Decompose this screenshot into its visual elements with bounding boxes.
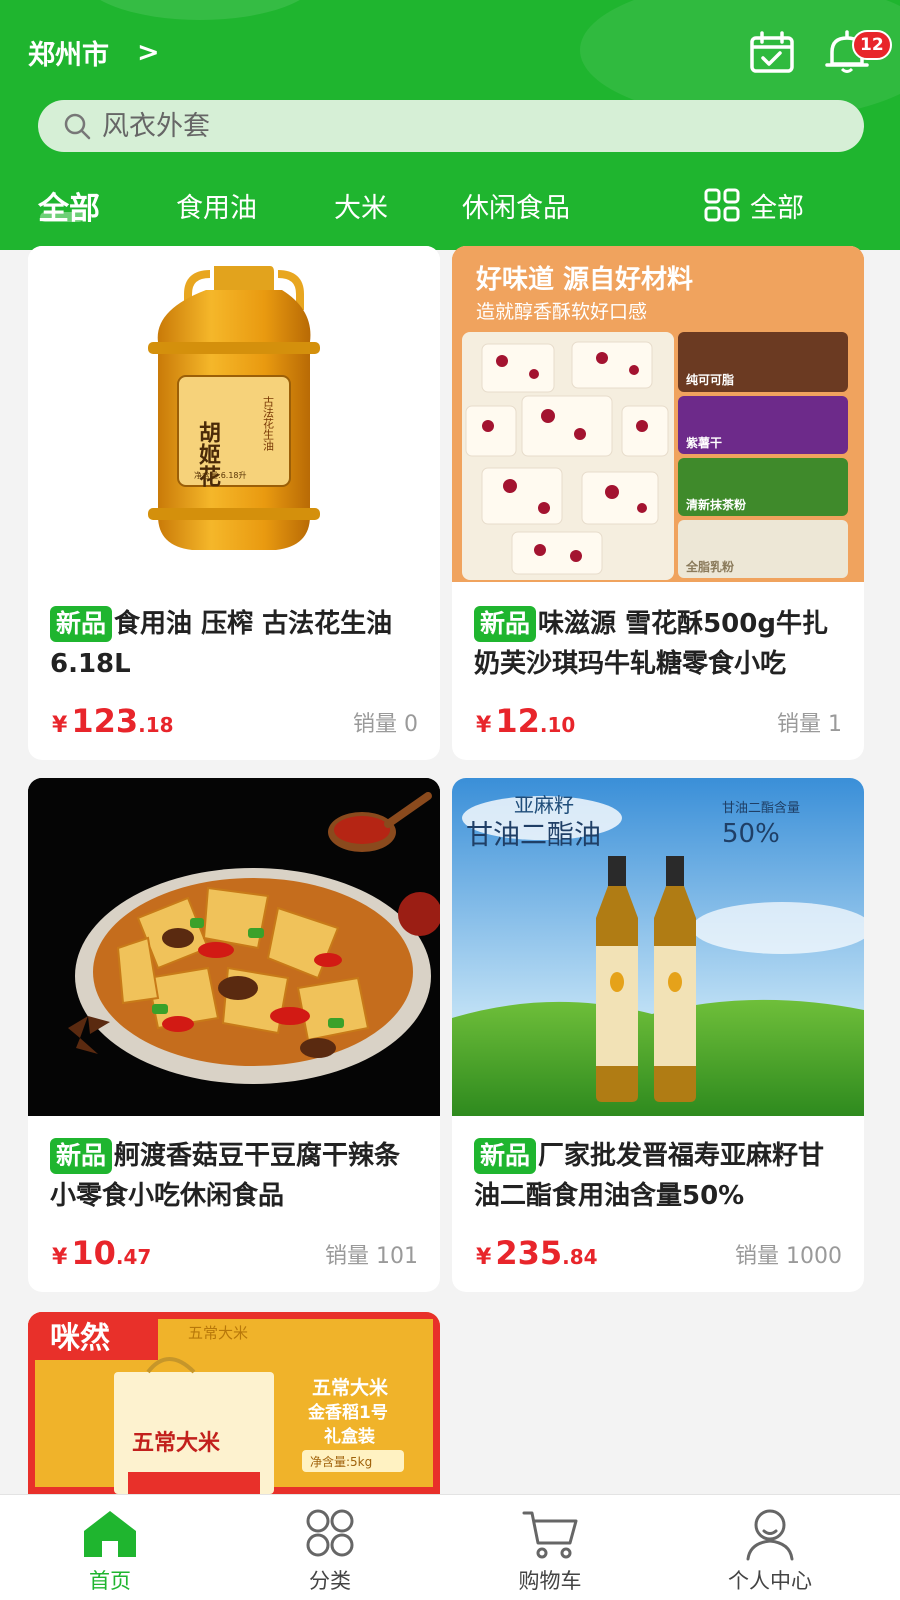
- price-decimal: .84: [562, 1245, 598, 1269]
- product-card[interactable]: 亚麻籽 甘油二酯油 甘油二酯含量 50% 新品 厂家批发晋福寿亚麻籽甘油二酯食用油…: [452, 778, 864, 1292]
- price-integer: 10: [71, 1234, 116, 1272]
- product-card[interactable]: 好味道 源自好材料 造就醇香酥软好口感 纯可可脂 紫薯干 清新抹茶粉 全脂乳粉 …: [452, 246, 864, 760]
- ingredient-label: 全脂乳粉: [685, 559, 734, 574]
- cart-icon: [522, 1511, 578, 1559]
- oil-bottle-image: 胡姬花 古法花生油 净含量:6.18升: [148, 266, 320, 550]
- tab-snacks[interactable]: 休闲食品: [462, 180, 570, 230]
- new-tag: 新品: [50, 1138, 113, 1174]
- tab-all-categories[interactable]: 全部: [704, 180, 804, 230]
- product-title: 新品 味滋源 雪花酥500g牛扎奶芙沙琪玛牛轧糖零食小吃: [474, 604, 842, 684]
- ad-headline: 好味道 源自好材料: [475, 264, 693, 295]
- product-image: 胡姬花 古法花生油 净含量:6.18升: [28, 246, 440, 576]
- ad-big-title: 甘油二酯油: [466, 820, 601, 851]
- product-card[interactable]: 胡姬花 古法花生油 净含量:6.18升 新品 食用油 压榨 古法花生油6.18L …: [28, 246, 440, 760]
- search-bar[interactable]: [38, 100, 864, 152]
- ad-brand: 咪然: [50, 1321, 110, 1356]
- product-image: [28, 778, 440, 1116]
- sales-count: 销量 0: [353, 712, 418, 737]
- price-integer: 123: [71, 702, 139, 740]
- tab-rice[interactable]: 大米: [334, 180, 388, 230]
- ingredient-label: 纯可可脂: [686, 372, 734, 387]
- nav-profile[interactable]: 个人中心: [710, 1507, 830, 1597]
- new-tag: 新品: [474, 1138, 537, 1174]
- category-icon: [306, 1509, 354, 1557]
- snack-ad-image: 好味道 源自好材料 造就醇香酥软好口感 纯可可脂 紫薯干 清新抹茶粉 全脂乳粉: [452, 246, 864, 582]
- ad-content-label: 甘油二酯含量: [722, 800, 800, 816]
- price-decimal: .10: [539, 713, 576, 737]
- top-header: 郑州市 > 12 全部 食用油 大米 休闲食品: [0, 0, 900, 250]
- box-title: 五常大米: [132, 1430, 221, 1456]
- price-currency: ¥: [476, 1245, 492, 1270]
- nav-category-label: 分类: [309, 1569, 351, 1593]
- ingredient-label: 紫薯干: [686, 435, 722, 450]
- notification-badge: 12: [852, 30, 892, 60]
- ingredient-label: 清新抹茶粉: [686, 497, 746, 512]
- new-tag: 新品: [50, 606, 113, 642]
- user-icon: [746, 1509, 794, 1561]
- product-image: 咪然 五常大米 五常大米 五常大米 金香稻1号 礼盒装 净含量:5kg: [28, 1312, 440, 1494]
- ad-net: 净含量:5kg: [310, 1454, 372, 1469]
- grid-icon: [704, 188, 740, 222]
- ad-small-title: 亚麻籽: [514, 793, 574, 817]
- price-currency: ¥: [52, 713, 68, 738]
- tab-cooking-oil[interactable]: 食用油: [176, 180, 257, 230]
- product-price: ¥ 12 .10: [476, 702, 575, 740]
- product-price: ¥ 123 .18: [52, 702, 174, 740]
- bottom-navigation: 首页 分类 购物车 个人中心: [0, 1494, 900, 1600]
- sales-count: 销量 1000: [735, 1244, 842, 1269]
- ad-line: 礼盒装: [324, 1426, 375, 1447]
- calendar-check-icon[interactable]: [748, 30, 796, 74]
- price-currency: ¥: [476, 713, 492, 738]
- product-title: 新品 食用油 压榨 古法花生油6.18L: [50, 604, 418, 684]
- sales-count: 销量 101: [325, 1244, 418, 1269]
- bottle-side-text: 古法花生油: [262, 396, 275, 451]
- spicy-tofu-image: [28, 778, 440, 1116]
- price-integer: 235: [495, 1234, 563, 1272]
- city-selector[interactable]: 郑州市 >: [28, 30, 160, 74]
- chevron-right-icon: >: [137, 36, 160, 68]
- price-decimal: .47: [115, 1245, 152, 1269]
- search-icon: [64, 113, 91, 140]
- new-tag: 新品: [474, 606, 537, 642]
- tab-all[interactable]: 全部: [38, 180, 100, 230]
- home-icon: [84, 1511, 136, 1557]
- rice-gift-box-image: 咪然 五常大米 五常大米 五常大米 金香稻1号 礼盒装 净含量:5kg: [28, 1312, 440, 1494]
- ad-content-value: 50%: [722, 819, 780, 849]
- ad-banner: 五常大米: [188, 1324, 248, 1342]
- ad-subline: 造就醇香酥软好口感: [476, 301, 647, 323]
- ad-line: 五常大米: [312, 1376, 389, 1399]
- search-input[interactable]: [102, 110, 802, 142]
- price-currency: ¥: [52, 1245, 68, 1270]
- nav-category[interactable]: 分类: [270, 1507, 390, 1597]
- ad-line: 金香稻1号: [307, 1402, 388, 1423]
- product-title: 新品 厂家批发晋福寿亚麻籽甘油二酯食用油含量50%: [474, 1136, 842, 1216]
- product-card[interactable]: 新品 舸渡香菇豆干豆腐干辣条小零食小吃休闲食品 ¥ 10 .47 销量 101: [28, 778, 440, 1292]
- sales-count: 销量 1: [777, 712, 842, 737]
- nav-cart-label: 购物车: [518, 1569, 582, 1593]
- header-decoration: [80, 0, 320, 20]
- product-price: ¥ 235 .84: [476, 1234, 598, 1272]
- price-decimal: .18: [138, 713, 174, 737]
- tab-all-label: 全部: [750, 192, 804, 224]
- product-title: 新品 舸渡香菇豆干豆腐干辣条小零食小吃休闲食品: [50, 1136, 418, 1216]
- product-image: 亚麻籽 甘油二酯油 甘油二酯含量 50%: [452, 778, 864, 1116]
- nav-profile-label: 个人中心: [728, 1569, 812, 1593]
- nav-home-label: 首页: [89, 1569, 131, 1593]
- nav-home[interactable]: 首页: [50, 1507, 170, 1597]
- linseed-oil-image: 亚麻籽 甘油二酯油 甘油二酯含量 50%: [452, 778, 864, 1116]
- city-name: 郑州市: [28, 39, 109, 71]
- product-image: 好味道 源自好材料 造就醇香酥软好口感 纯可可脂 紫薯干 清新抹茶粉 全脂乳粉: [452, 246, 864, 582]
- active-tab-indicator: [40, 212, 84, 222]
- product-price: ¥ 10 .47: [52, 1234, 151, 1272]
- price-integer: 12: [495, 702, 540, 740]
- bottle-volume-text: 净含量:6.18升: [194, 470, 247, 480]
- nav-cart[interactable]: 购物车: [490, 1507, 610, 1597]
- category-tabs: 全部 食用油 大米 休闲食品 全部: [0, 180, 900, 230]
- product-card[interactable]: 咪然 五常大米 五常大米 五常大米 金香稻1号 礼盒装 净含量:5kg: [28, 1312, 440, 1494]
